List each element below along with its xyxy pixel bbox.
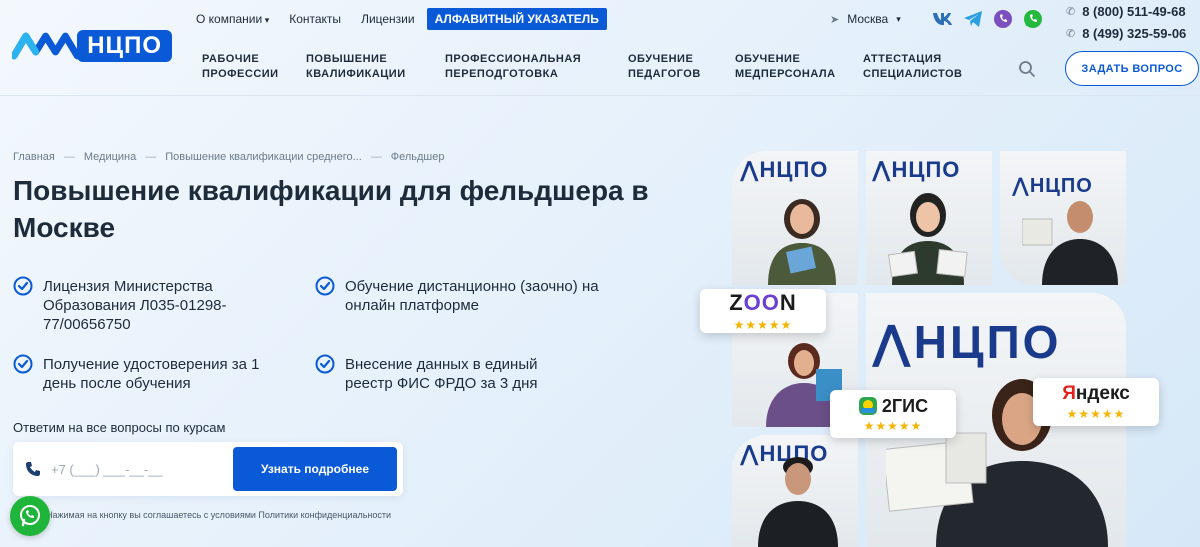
breadcrumb-home[interactable]: Главная xyxy=(13,151,55,163)
feature-license: Лицензия Министерства Образования Л035-0… xyxy=(13,276,273,334)
feature-text: Получение удостоверения за 1 день после … xyxy=(43,356,260,392)
breadcrumb-current: Фельдшер xyxy=(390,151,445,163)
logo-sign: ⋀НЦПО xyxy=(872,316,1062,368)
rating-stars: ★★★★★ xyxy=(863,418,923,433)
site-header: НЦПО О компании Контакты Лицензии АЛФАВИ… xyxy=(0,0,1200,96)
breadcrumb-separator: — xyxy=(63,151,75,163)
learn-more-button[interactable]: Узнать подробнее xyxy=(233,447,397,491)
phone-icon: ✆ xyxy=(1066,27,1076,40)
logo-mark-icon xyxy=(12,32,80,60)
student-photo-1: ⋀НЦПО xyxy=(732,151,858,285)
breadcrumb: Главная — Медицина — Повышение квалифика… xyxy=(13,151,445,163)
topnav-licenses[interactable]: Лицензии xyxy=(361,12,415,26)
search-icon[interactable] xyxy=(1018,60,1036,78)
feature-text: Обучение дистанционно (заочно) на онлайн… xyxy=(345,278,599,314)
city-label: Москва xyxy=(847,12,889,26)
student-photo-3: ⋀НЦПО xyxy=(1000,151,1126,285)
check-circle-icon xyxy=(315,354,335,374)
topnav-about[interactable]: О компании xyxy=(196,12,269,26)
whatsapp-icon[interactable] xyxy=(1022,8,1044,30)
logo-sign: ⋀НЦПО xyxy=(872,157,961,182)
chevron-down-icon: ▾ xyxy=(896,13,901,24)
form-label: Ответим на все вопросы по курсам xyxy=(13,420,226,435)
phone-icon xyxy=(26,462,40,476)
2gis-logo-icon xyxy=(858,397,877,415)
privacy-agreement: Нажимая на кнопку вы соглашаетесь с усло… xyxy=(46,510,392,520)
nav-certification[interactable]: Аттестация специалистов xyxy=(863,52,983,82)
breadcrumb-qualification[interactable]: Повышение квалификации среднего... xyxy=(165,151,362,163)
whatsapp-chat-icon[interactable] xyxy=(10,496,50,536)
breadcrumb-medicine[interactable]: Медицина xyxy=(84,151,136,163)
review-badge-2gis[interactable]: 2ГИС ★★★★★ xyxy=(830,390,956,438)
logo-sign: ⋀НЦПО xyxy=(740,157,829,182)
city-selector[interactable]: ➤ Москва ▾ xyxy=(830,12,901,26)
phone-input[interactable] xyxy=(51,459,231,479)
phone-2[interactable]: ✆ 8 (499) 325-59-06 xyxy=(1066,22,1186,44)
telegram-icon[interactable] xyxy=(962,8,984,30)
phone-1[interactable]: ✆ 8 (800) 511-49-68 xyxy=(1066,0,1186,22)
top-nav: О компании Контакты Лицензии АЛФАВИТНЫЙ … xyxy=(196,8,607,30)
check-circle-icon xyxy=(13,276,33,296)
check-circle-icon xyxy=(315,276,335,296)
feature-registry: Внесение данных в единый реестр ФИС ФРДО… xyxy=(315,354,575,393)
vk-icon[interactable] xyxy=(932,8,954,30)
student-photo-6: ⋀НЦПО xyxy=(732,435,858,547)
page-title: Повышение квалификации для фельдшера в М… xyxy=(13,175,649,243)
2gis-logo-group: 2ГИС xyxy=(858,396,928,417)
location-arrow-icon: ➤ xyxy=(830,13,840,26)
2gis-logo-text: 2ГИС xyxy=(881,395,929,416)
nav-working-professions[interactable]: Рабочие профессии xyxy=(202,52,306,82)
ask-question-button[interactable]: Задать вопрос xyxy=(1065,51,1199,86)
site-logo[interactable]: НЦПО xyxy=(12,30,172,62)
main-nav: Рабочие профессии Повышение квалификации… xyxy=(202,52,983,82)
nav-retraining[interactable]: Профессиональная переподготовка xyxy=(445,52,628,82)
yandex-logo: Яндекс xyxy=(1062,383,1130,404)
rating-stars: ★★★★★ xyxy=(733,318,793,332)
callback-form: Узнать подробнее xyxy=(13,442,403,496)
rating-stars: ★★★★★ xyxy=(1066,407,1126,421)
nav-qualification[interactable]: Повышение квалификации xyxy=(306,52,445,82)
viber-icon[interactable] xyxy=(992,8,1014,30)
feature-text: Лицензия Министерства Образования Л035-0… xyxy=(43,278,227,333)
check-circle-icon xyxy=(13,354,33,374)
phone-1-label: 8 (800) 511-49-68 xyxy=(1082,3,1186,19)
alpha-index-button[interactable]: АЛФАВИТНЫЙ УКАЗАТЕЛЬ xyxy=(426,8,607,30)
topnav-contacts[interactable]: Контакты xyxy=(289,12,341,26)
student-photo-2: ⋀НЦПО xyxy=(866,151,992,285)
social-links xyxy=(932,8,1044,30)
feature-text: Внесение данных в единый реестр ФИС ФРДО… xyxy=(345,356,538,392)
logo-text: НЦПО xyxy=(77,30,172,62)
nav-teachers[interactable]: Обучение педагогов xyxy=(628,52,735,82)
phone-numbers: ✆ 8 (800) 511-49-68 ✆ 8 (499) 325-59-06 xyxy=(1066,0,1186,44)
breadcrumb-separator: — xyxy=(370,151,382,163)
feature-remote: Обучение дистанционно (заочно) на онлайн… xyxy=(315,276,605,315)
phone-icon: ✆ xyxy=(1066,5,1076,18)
review-badge-yandex[interactable]: Яндекс ★★★★★ xyxy=(1033,378,1159,426)
review-badge-zoon[interactable]: ZOON ★★★★★ xyxy=(700,289,826,333)
phone-2-label: 8 (499) 325-59-06 xyxy=(1082,25,1187,41)
feature-certificate: Получение удостоверения за 1 день после … xyxy=(13,354,273,393)
zoon-logo: ZOON xyxy=(729,290,797,315)
breadcrumb-separator: — xyxy=(145,151,157,163)
nav-medical[interactable]: Обучение медперсонала xyxy=(735,52,863,82)
